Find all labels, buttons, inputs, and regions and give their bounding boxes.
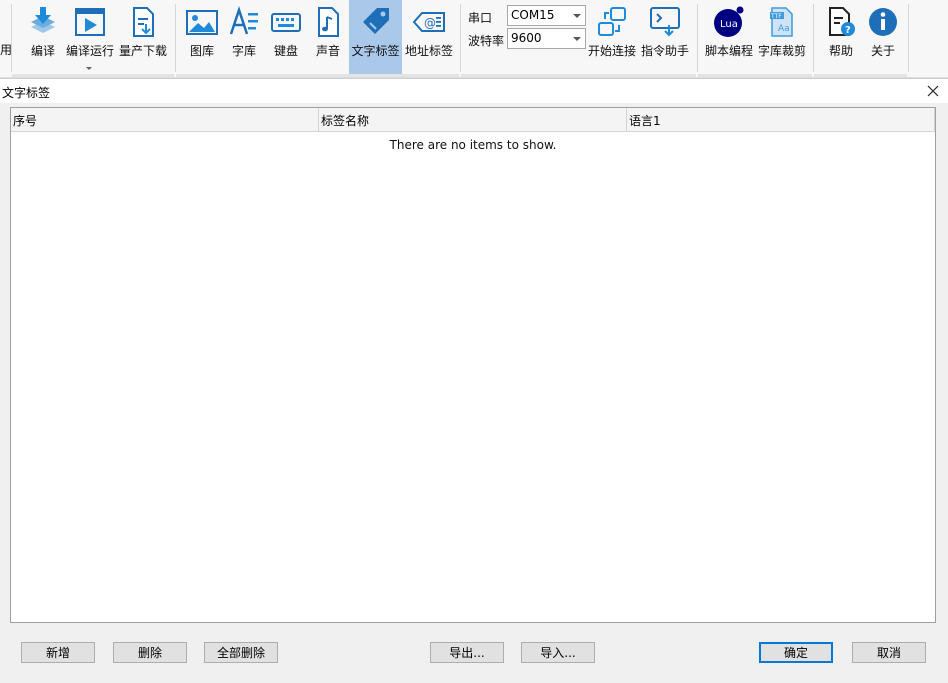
connect-icon xyxy=(595,5,629,39)
font-icon xyxy=(227,5,261,39)
dialog-title: 文字标签 xyxy=(2,86,51,100)
close-button[interactable] xyxy=(918,79,948,103)
ribbon-group-footer xyxy=(176,74,459,77)
address-label-label: 地址标签 xyxy=(404,44,453,58)
terminal-icon xyxy=(648,5,682,39)
tag-icon xyxy=(359,5,393,39)
label-list-view[interactable]: 序号 标签名称 语言1 There are no items to show. xyxy=(10,107,936,623)
text-label-button[interactable]: 文字标签 xyxy=(349,0,402,74)
about-label: 关于 xyxy=(870,44,895,58)
font-trim-button[interactable]: TTF Aa 字库裁剪 xyxy=(757,0,807,74)
serial-port-select[interactable]: COM15 xyxy=(507,5,586,26)
keyboard-button[interactable]: 键盘 xyxy=(268,0,304,74)
compile-label: 编译 xyxy=(30,44,55,58)
list-header: 序号 标签名称 语言1 xyxy=(11,108,935,132)
keyboard-icon xyxy=(269,5,303,39)
start-connect-label: 开始连接 xyxy=(587,44,636,58)
font-trim-label: 字库裁剪 xyxy=(757,44,806,58)
chevron-down-icon xyxy=(573,14,581,18)
svg-text:TTF: TTF xyxy=(770,13,782,20)
ok-button[interactable]: 确定 xyxy=(759,642,833,663)
address-label-button[interactable]: @ 地址标签 xyxy=(404,0,454,74)
help-icon: ? xyxy=(824,5,858,39)
ribbon-group-footer xyxy=(814,74,907,77)
serial-port-label: 串口 xyxy=(468,11,493,25)
baud-rate-value: 9600 xyxy=(511,31,542,45)
empty-list-message: There are no items to show. xyxy=(389,138,557,152)
about-button[interactable]: 关于 xyxy=(864,0,902,74)
compile-run-label: 编译运行 xyxy=(65,44,114,58)
script-programming-label: 脚本编程 xyxy=(704,44,753,58)
font-library-label: 字库 xyxy=(231,44,256,58)
column-header-language1[interactable]: 语言1 xyxy=(627,108,935,132)
svg-text:@: @ xyxy=(424,16,436,30)
font-library-button[interactable]: 字库 xyxy=(226,0,262,74)
ribbon-group-footer xyxy=(698,74,812,77)
gallery-label: 图库 xyxy=(189,44,214,58)
serial-port-value: COM15 xyxy=(511,8,555,22)
text-label-label: 文字标签 xyxy=(351,44,400,58)
dialog-title-bar: 文字标签 xyxy=(0,79,948,103)
info-icon xyxy=(866,5,900,39)
image-icon xyxy=(185,5,219,39)
baud-rate-select[interactable]: 9600 xyxy=(507,28,586,49)
baud-rate-label: 波特率 xyxy=(468,34,505,48)
gallery-button[interactable]: 图库 xyxy=(184,0,220,74)
column-header-index[interactable]: 序号 xyxy=(11,108,319,132)
ribbon-toolbar: 用 编译 编译运行 量产下载 图库 字库 键盘 声音 文字标签 @ 地址标签 串… xyxy=(0,0,948,78)
ribbon-separator xyxy=(175,4,176,72)
sound-label: 声音 xyxy=(315,44,340,58)
import-button[interactable]: 导入... xyxy=(521,642,595,663)
sound-button[interactable]: 声音 xyxy=(310,0,346,74)
mass-download-label: 量产下载 xyxy=(118,44,167,58)
ribbon-separator xyxy=(908,4,909,72)
ribbon-group-footer xyxy=(461,74,696,77)
add-button[interactable]: 新增 xyxy=(21,642,95,663)
address-tag-icon: @ xyxy=(412,5,446,39)
svg-text:Aa: Aa xyxy=(778,24,790,34)
mass-download-button[interactable]: 量产下载 xyxy=(118,0,168,74)
ribbon-separator xyxy=(11,4,12,72)
command-assistant-label: 指令助手 xyxy=(640,44,689,58)
compile-run-icon xyxy=(73,5,107,39)
mass-download-icon xyxy=(126,5,160,39)
ribbon-separator xyxy=(460,4,461,72)
ttf-file-icon: TTF Aa xyxy=(765,5,799,39)
ribbon-separator xyxy=(697,4,698,72)
compile-run-dropdown-icon[interactable] xyxy=(86,67,92,70)
close-icon xyxy=(927,85,939,97)
ribbon-separator xyxy=(813,4,814,72)
keyboard-label: 键盘 xyxy=(273,44,298,58)
text-label-dialog: 文字标签 序号 标签名称 语言1 There are no items to s… xyxy=(0,78,948,683)
sound-icon xyxy=(311,5,345,39)
chevron-down-icon xyxy=(573,37,581,41)
compile-button[interactable]: 编译 xyxy=(24,0,62,74)
help-button[interactable]: ? 帮助 xyxy=(822,0,860,74)
ribbon-group-footer xyxy=(12,74,174,77)
compile-icon xyxy=(26,5,60,39)
script-programming-button[interactable]: Lua 脚本编程 xyxy=(704,0,754,74)
export-button[interactable]: 导出... xyxy=(430,642,504,663)
column-header-label-name[interactable]: 标签名称 xyxy=(319,108,627,132)
start-connect-button[interactable]: 开始连接 xyxy=(587,0,637,74)
help-label: 帮助 xyxy=(828,44,853,58)
svg-text:Lua: Lua xyxy=(720,19,738,30)
delete-all-button[interactable]: 全部删除 xyxy=(204,642,278,663)
compile-run-button[interactable]: 编译运行 xyxy=(65,0,115,74)
cancel-button[interactable]: 取消 xyxy=(852,642,926,663)
svg-text:?: ? xyxy=(845,25,851,36)
lua-icon: Lua xyxy=(712,5,746,39)
delete-button[interactable]: 删除 xyxy=(113,642,187,663)
command-assistant-button[interactable]: 指令助手 xyxy=(640,0,690,74)
